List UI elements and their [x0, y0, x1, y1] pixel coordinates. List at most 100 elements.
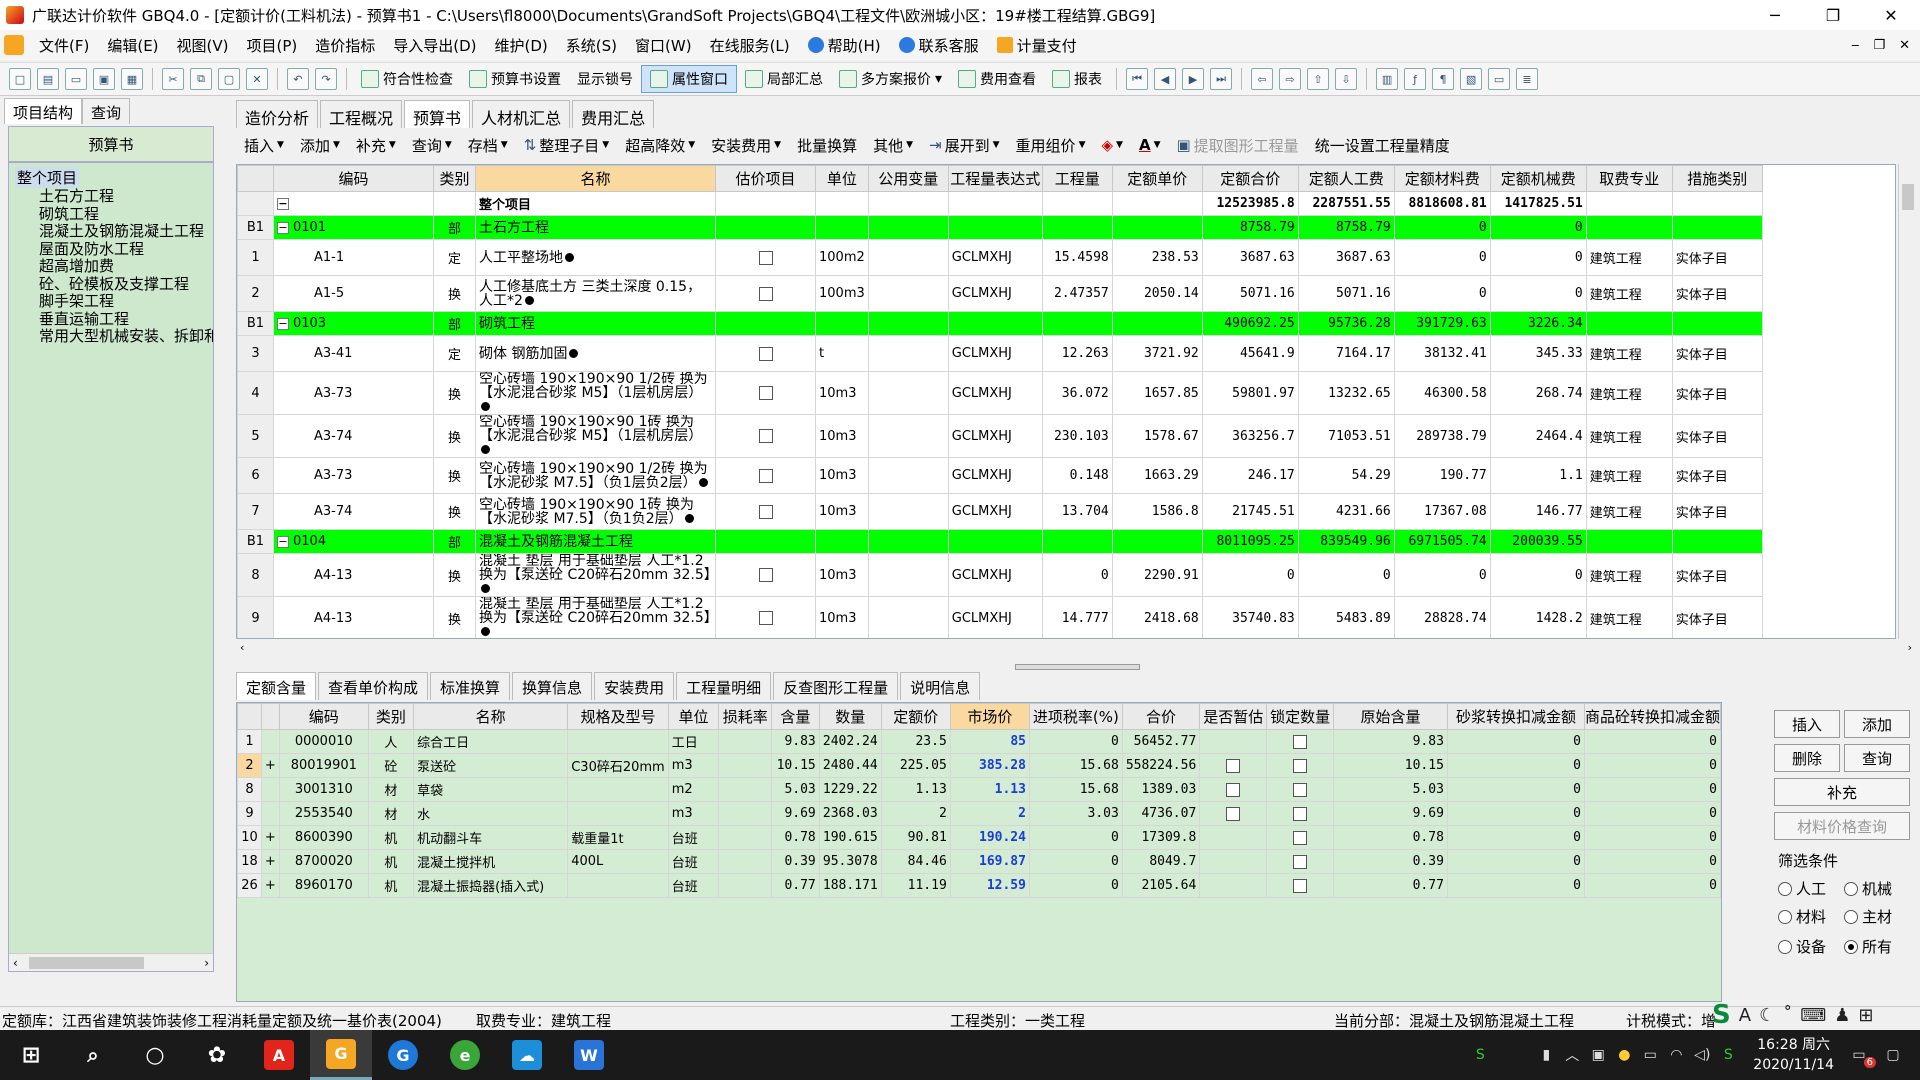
lock-cell[interactable] — [1266, 777, 1335, 802]
expr-cell[interactable]: GCLMXHJ — [947, 596, 1043, 638]
expr-cell[interactable] — [947, 311, 1043, 336]
menu-item-5[interactable]: 导入导出(D) — [384, 35, 485, 56]
content-cell[interactable]: 9.83 — [771, 729, 820, 754]
loss-cell[interactable] — [718, 873, 773, 898]
tab-detail-0[interactable]: 定额含量 — [236, 672, 317, 700]
estimate-checkbox[interactable] — [758, 568, 773, 582]
fill-color-button[interactable]: ◈ ▼ — [1093, 136, 1130, 154]
menu-item-0[interactable]: 文件(F) — [30, 35, 98, 56]
font-color-button[interactable]: A ▼ — [1131, 136, 1169, 154]
tax-rate-cell[interactable]: 0 — [1028, 873, 1123, 898]
code-cell[interactable]: 3001310 — [278, 777, 369, 802]
radio-circle[interactable] — [1844, 939, 1858, 954]
column-header[interactable]: 类别 — [367, 703, 415, 730]
filter-radio-5[interactable]: 所有 — [1844, 936, 1892, 957]
lock-cell[interactable] — [1266, 873, 1335, 898]
tree-item[interactable]: 常用大型机械安装、拆卸和 — [39, 328, 213, 346]
tree-item[interactable]: 垂直运输工程 — [39, 311, 213, 329]
menu-item-12[interactable]: 计量支付 — [988, 35, 1086, 56]
menu-item-4[interactable]: 造价指标 — [306, 35, 384, 56]
close-button[interactable]: ✕ — [1862, 0, 1920, 30]
market-price-cell[interactable]: 12.59 — [949, 873, 1030, 898]
cut-icon[interactable]: ✂ — [162, 68, 184, 90]
section-row[interactable]: B1−0103 部砌筑工程 490692.25 95736.28 391729.63 32… — [237, 311, 1763, 336]
menu-item-3[interactable]: 项目(P) — [238, 35, 307, 56]
table-row[interactable]: 1 A1-1 定人工平整场地 100m2 GCLMXHJ 15.4598 238.53 368… — [237, 239, 1763, 276]
action-center-icon[interactable]: ▢ — [1880, 1042, 1906, 1068]
estimate-checkbox[interactable] — [758, 386, 773, 400]
task-view-button[interactable]: ○ — [124, 1030, 186, 1080]
estimate-cell[interactable] — [1199, 753, 1268, 778]
column-header[interactable]: 定额机械费 — [1489, 165, 1587, 192]
expr-cell[interactable]: GCLMXHJ — [947, 553, 1043, 597]
user-icon[interactable]: ♟ — [1834, 1005, 1850, 1026]
material-price-query-button[interactable]: 材料价格查询 — [1774, 812, 1910, 840]
table-row[interactable]: 3 A3-41 定砌体 钢筋加固 t GCLMXHJ 12.263 3721.92 45641… — [237, 335, 1763, 372]
tab-detail-2[interactable]: 标准换算 — [430, 672, 511, 700]
book-icon[interactable]: ▧ — [1460, 68, 1483, 90]
name-cell[interactable]: 人工修基底土方 三类土深度 0.15， 人工*2 — [475, 275, 716, 312]
expand-cell[interactable]: + — [260, 873, 280, 898]
quantity-cell[interactable]: 36.072 — [1041, 371, 1113, 415]
wifi-icon[interactable]: ◠ — [1663, 1042, 1689, 1068]
expand-cell[interactable]: + — [260, 825, 280, 850]
quantity-cell[interactable]: 2.47357 — [1041, 275, 1113, 312]
move-left-icon[interactable]: ⇦ — [1251, 68, 1274, 90]
estimate-cell[interactable] — [715, 414, 816, 458]
estimate-checkbox[interactable] — [758, 250, 773, 265]
insert-button[interactable]: 插入 — [1774, 710, 1840, 738]
column-header[interactable]: 进项税率(%) — [1028, 703, 1123, 730]
column-header[interactable]: 定额材料费 — [1393, 165, 1491, 192]
estimate-checkbox[interactable] — [1226, 758, 1241, 773]
tab-detail-4[interactable]: 安装费用 — [594, 672, 675, 700]
column-header[interactable]: 单位 — [815, 165, 869, 192]
column-header[interactable]: 取费专业 — [1585, 165, 1673, 192]
expr-cell[interactable]: GCLMXHJ — [947, 239, 1043, 276]
moon-icon[interactable]: ☾ — [1759, 1005, 1775, 1026]
column-header[interactable]: 编码 — [278, 703, 369, 730]
column-header[interactable]: 是否暂估 — [1199, 703, 1268, 730]
name-cell[interactable]: 混凝土 垫层 用于基础垫层 人工*1.2 换为【泵送砼 C20碎石20mm 32… — [475, 553, 716, 597]
name-cell[interactable]: 土石方工程 — [475, 215, 716, 240]
section-row[interactable]: B1−0101 部土石方工程 8758.79 8758.79 0 0 — [237, 215, 1763, 240]
code-cell[interactable]: A3-74 — [273, 414, 434, 458]
supplement-button[interactable]: 补充 — [1774, 778, 1910, 806]
expr-cell[interactable]: GCLMXHJ — [947, 275, 1043, 312]
move-right-icon[interactable]: ⇨ — [1279, 68, 1302, 90]
column-header[interactable]: 原始含量 — [1333, 703, 1448, 730]
expr-cell[interactable] — [947, 529, 1043, 554]
table-row[interactable]: 26 +8960170 机混凝土振捣器(插入式) 台班 0.77 188.171 11.19… — [237, 873, 1721, 898]
lock-cell[interactable] — [1266, 849, 1335, 874]
lock-checkbox[interactable] — [1293, 830, 1308, 845]
budget-toolbar-button[interactable]: 统一设置工程量精度 — [1307, 135, 1458, 156]
code-cell[interactable]: A1-5 — [273, 275, 434, 312]
tab-detail-3[interactable]: 换算信息 — [512, 672, 593, 700]
delete-button[interactable]: 删除 — [1774, 744, 1840, 772]
move-up-icon[interactable]: ⇧ — [1307, 68, 1330, 90]
estimate-checkbox[interactable] — [758, 286, 773, 301]
scroll-thumb[interactable] — [29, 956, 144, 969]
lock-checkbox[interactable] — [1293, 734, 1308, 749]
new-file-icon[interactable]: □ — [9, 68, 31, 90]
tab-detail-6[interactable]: 反查图形工程量 — [773, 672, 899, 700]
lock-checkbox[interactable] — [1293, 782, 1308, 797]
code-cell[interactable]: A3-41 — [273, 335, 434, 372]
estimate-cell[interactable] — [715, 493, 816, 530]
search-button[interactable]: ⌕ — [62, 1030, 124, 1080]
estimate-checkbox[interactable] — [1226, 782, 1241, 797]
name-cell[interactable]: 人工平整场地 — [475, 239, 716, 276]
chevron-up-icon[interactable]: ︿ — [1559, 1042, 1585, 1068]
market-price-cell[interactable]: 169.87 — [949, 849, 1030, 874]
filter-radio-4[interactable]: 设备 — [1778, 936, 1826, 957]
column-header[interactable]: 砂浆转换扣减金额 — [1446, 703, 1585, 730]
estimate-cell[interactable] — [715, 371, 816, 415]
budget-toolbar-button[interactable]: ⇅ 整理子目 ▼ — [516, 135, 618, 156]
grid-icon[interactable]: ⊞ — [1858, 1005, 1873, 1026]
radio-circle[interactable] — [1778, 881, 1792, 896]
quantity-cell[interactable]: 0 — [1041, 553, 1113, 597]
budget-toolbar-button[interactable]: 查询 ▼ — [404, 135, 460, 156]
column-header[interactable]: 定额合价 — [1201, 165, 1299, 192]
last-record-icon[interactable]: ⏭ — [1210, 68, 1233, 90]
paste-icon[interactable]: ▢ — [218, 68, 240, 90]
radio-circle[interactable] — [1778, 909, 1792, 924]
